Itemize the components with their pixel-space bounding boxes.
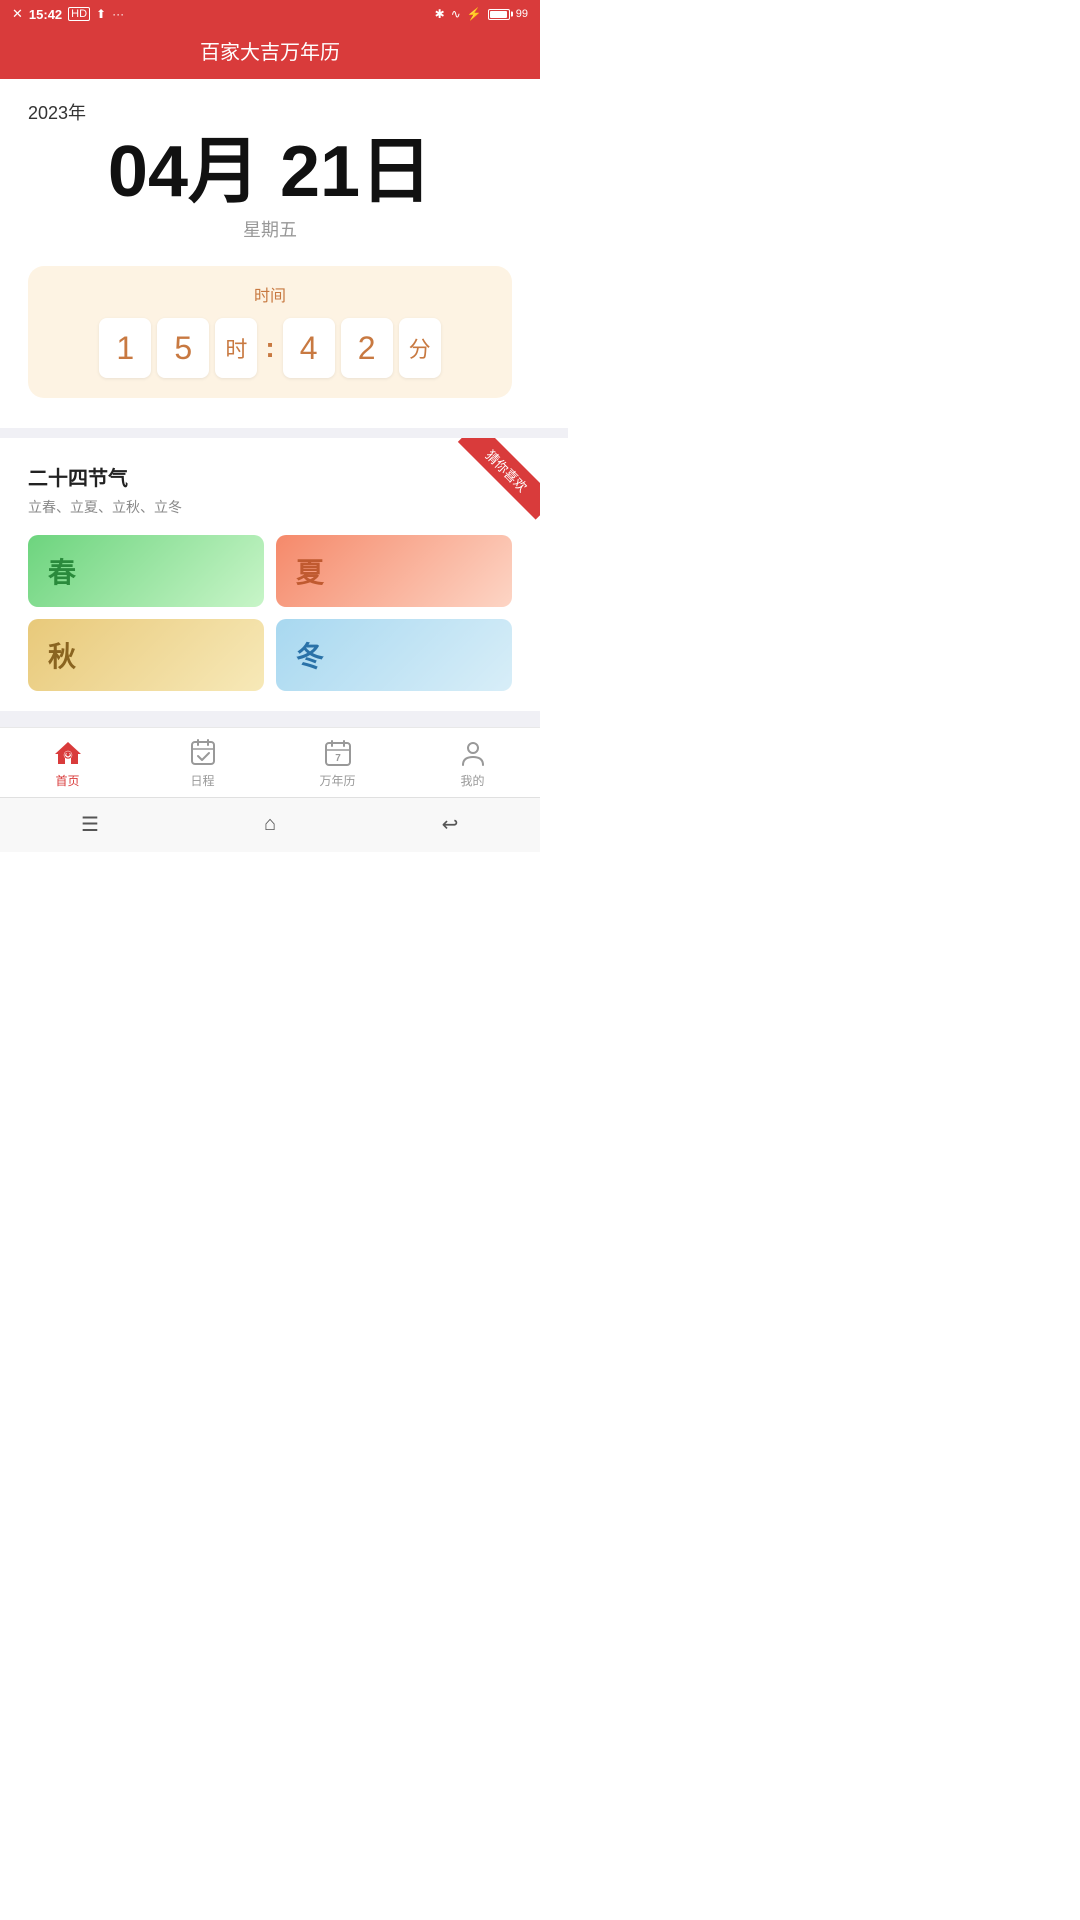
summer-label: 夏 — [296, 551, 324, 591]
back-button[interactable]: ↩ — [432, 806, 468, 842]
nav-home-label: 首页 — [55, 772, 79, 789]
home-button[interactable]: ⌂ — [252, 806, 288, 842]
status-left: ✕ 15:42 HD ⬆ ··· — [12, 6, 124, 22]
ribbon-badge: 猜你喜欢 — [450, 438, 540, 528]
season-summer[interactable]: 夏 — [276, 535, 512, 607]
ribbon-text: 猜你喜欢 — [458, 438, 540, 520]
system-nav-bar: ☰ ⌂ ↩ — [0, 797, 540, 852]
nav-profile-label: 我的 — [460, 772, 484, 789]
charge-icon: ⚡ — [467, 7, 482, 21]
section-divider — [0, 428, 568, 438]
min-digit-1: 4 — [283, 318, 335, 378]
hour-unit: 时 — [215, 318, 257, 378]
season-autumn[interactable]: 秋 — [28, 619, 264, 691]
autumn-label: 秋 — [48, 635, 76, 675]
time-digits: 1 5 时 : 4 2 分 — [48, 318, 492, 378]
seasons-grid: 春 夏 秋 冬 — [28, 535, 512, 691]
bluetooth-icon: ✱ — [435, 7, 445, 21]
nav-calendar-label: 万年历 — [319, 772, 355, 789]
bottom-nav: 首页 日程 7 万年历 — [0, 727, 540, 797]
schedule-icon — [188, 738, 218, 768]
year-label: 2023年 — [28, 99, 512, 125]
min-digit-2: 2 — [341, 318, 393, 378]
main-content: 2023年 04月 21日 星期五 时间 1 5 时 : 4 2 分 — [0, 79, 540, 398]
time-label: 时间 — [48, 282, 492, 306]
menu-button[interactable]: ☰ — [72, 806, 108, 842]
battery-fill — [490, 11, 507, 18]
profile-icon — [458, 738, 488, 768]
solar-section: 猜你喜欢 二十四节气 立春、立夏、立秋、立冬 春 夏 秋 冬 — [0, 438, 540, 711]
battery-percent: 99 — [516, 8, 528, 20]
hour-digit-1: 1 — [99, 318, 151, 378]
solar-title: 二十四节气 — [28, 462, 512, 491]
status-right: ✱ ∿ ⚡ 99 — [435, 7, 528, 21]
signal-icon: ⬆ — [96, 7, 106, 21]
battery-icon — [488, 9, 510, 20]
status-bar: ✕ 15:42 HD ⬆ ··· ✱ ∿ ⚡ 99 — [0, 0, 540, 28]
hd-icon: HD — [68, 7, 90, 21]
weekday-label: 星期五 — [28, 216, 512, 242]
calendar-icon: 7 — [323, 738, 353, 768]
nav-calendar[interactable]: 7 万年历 — [270, 738, 405, 789]
nav-home[interactable]: 首页 — [0, 738, 135, 789]
hour-digit-2: 5 — [157, 318, 209, 378]
time-colon: : — [265, 332, 274, 364]
bottom-spacer — [0, 711, 540, 727]
home-icon — [53, 738, 83, 768]
min-unit: 分 — [399, 318, 441, 378]
app-header: 百家大吉万年历 — [0, 28, 540, 79]
solar-subtitle: 立春、立夏、立秋、立冬 — [28, 497, 512, 517]
svg-text:7: 7 — [335, 753, 341, 764]
app-title: 百家大吉万年历 — [0, 36, 540, 65]
close-icon: ✕ — [12, 6, 23, 22]
nav-profile[interactable]: 我的 — [405, 738, 540, 789]
season-spring[interactable]: 春 — [28, 535, 264, 607]
status-time: 15:42 — [29, 7, 62, 22]
time-card: 时间 1 5 时 : 4 2 分 — [28, 266, 512, 398]
nav-schedule[interactable]: 日程 — [135, 738, 270, 789]
nav-schedule-label: 日程 — [190, 772, 214, 789]
spring-label: 春 — [48, 551, 76, 591]
season-winter[interactable]: 冬 — [276, 619, 512, 691]
dots-icon: ··· — [112, 7, 124, 21]
date-display: 04月 21日 — [28, 133, 512, 212]
winter-label: 冬 — [296, 635, 324, 675]
wifi-icon: ∿ — [451, 7, 461, 21]
